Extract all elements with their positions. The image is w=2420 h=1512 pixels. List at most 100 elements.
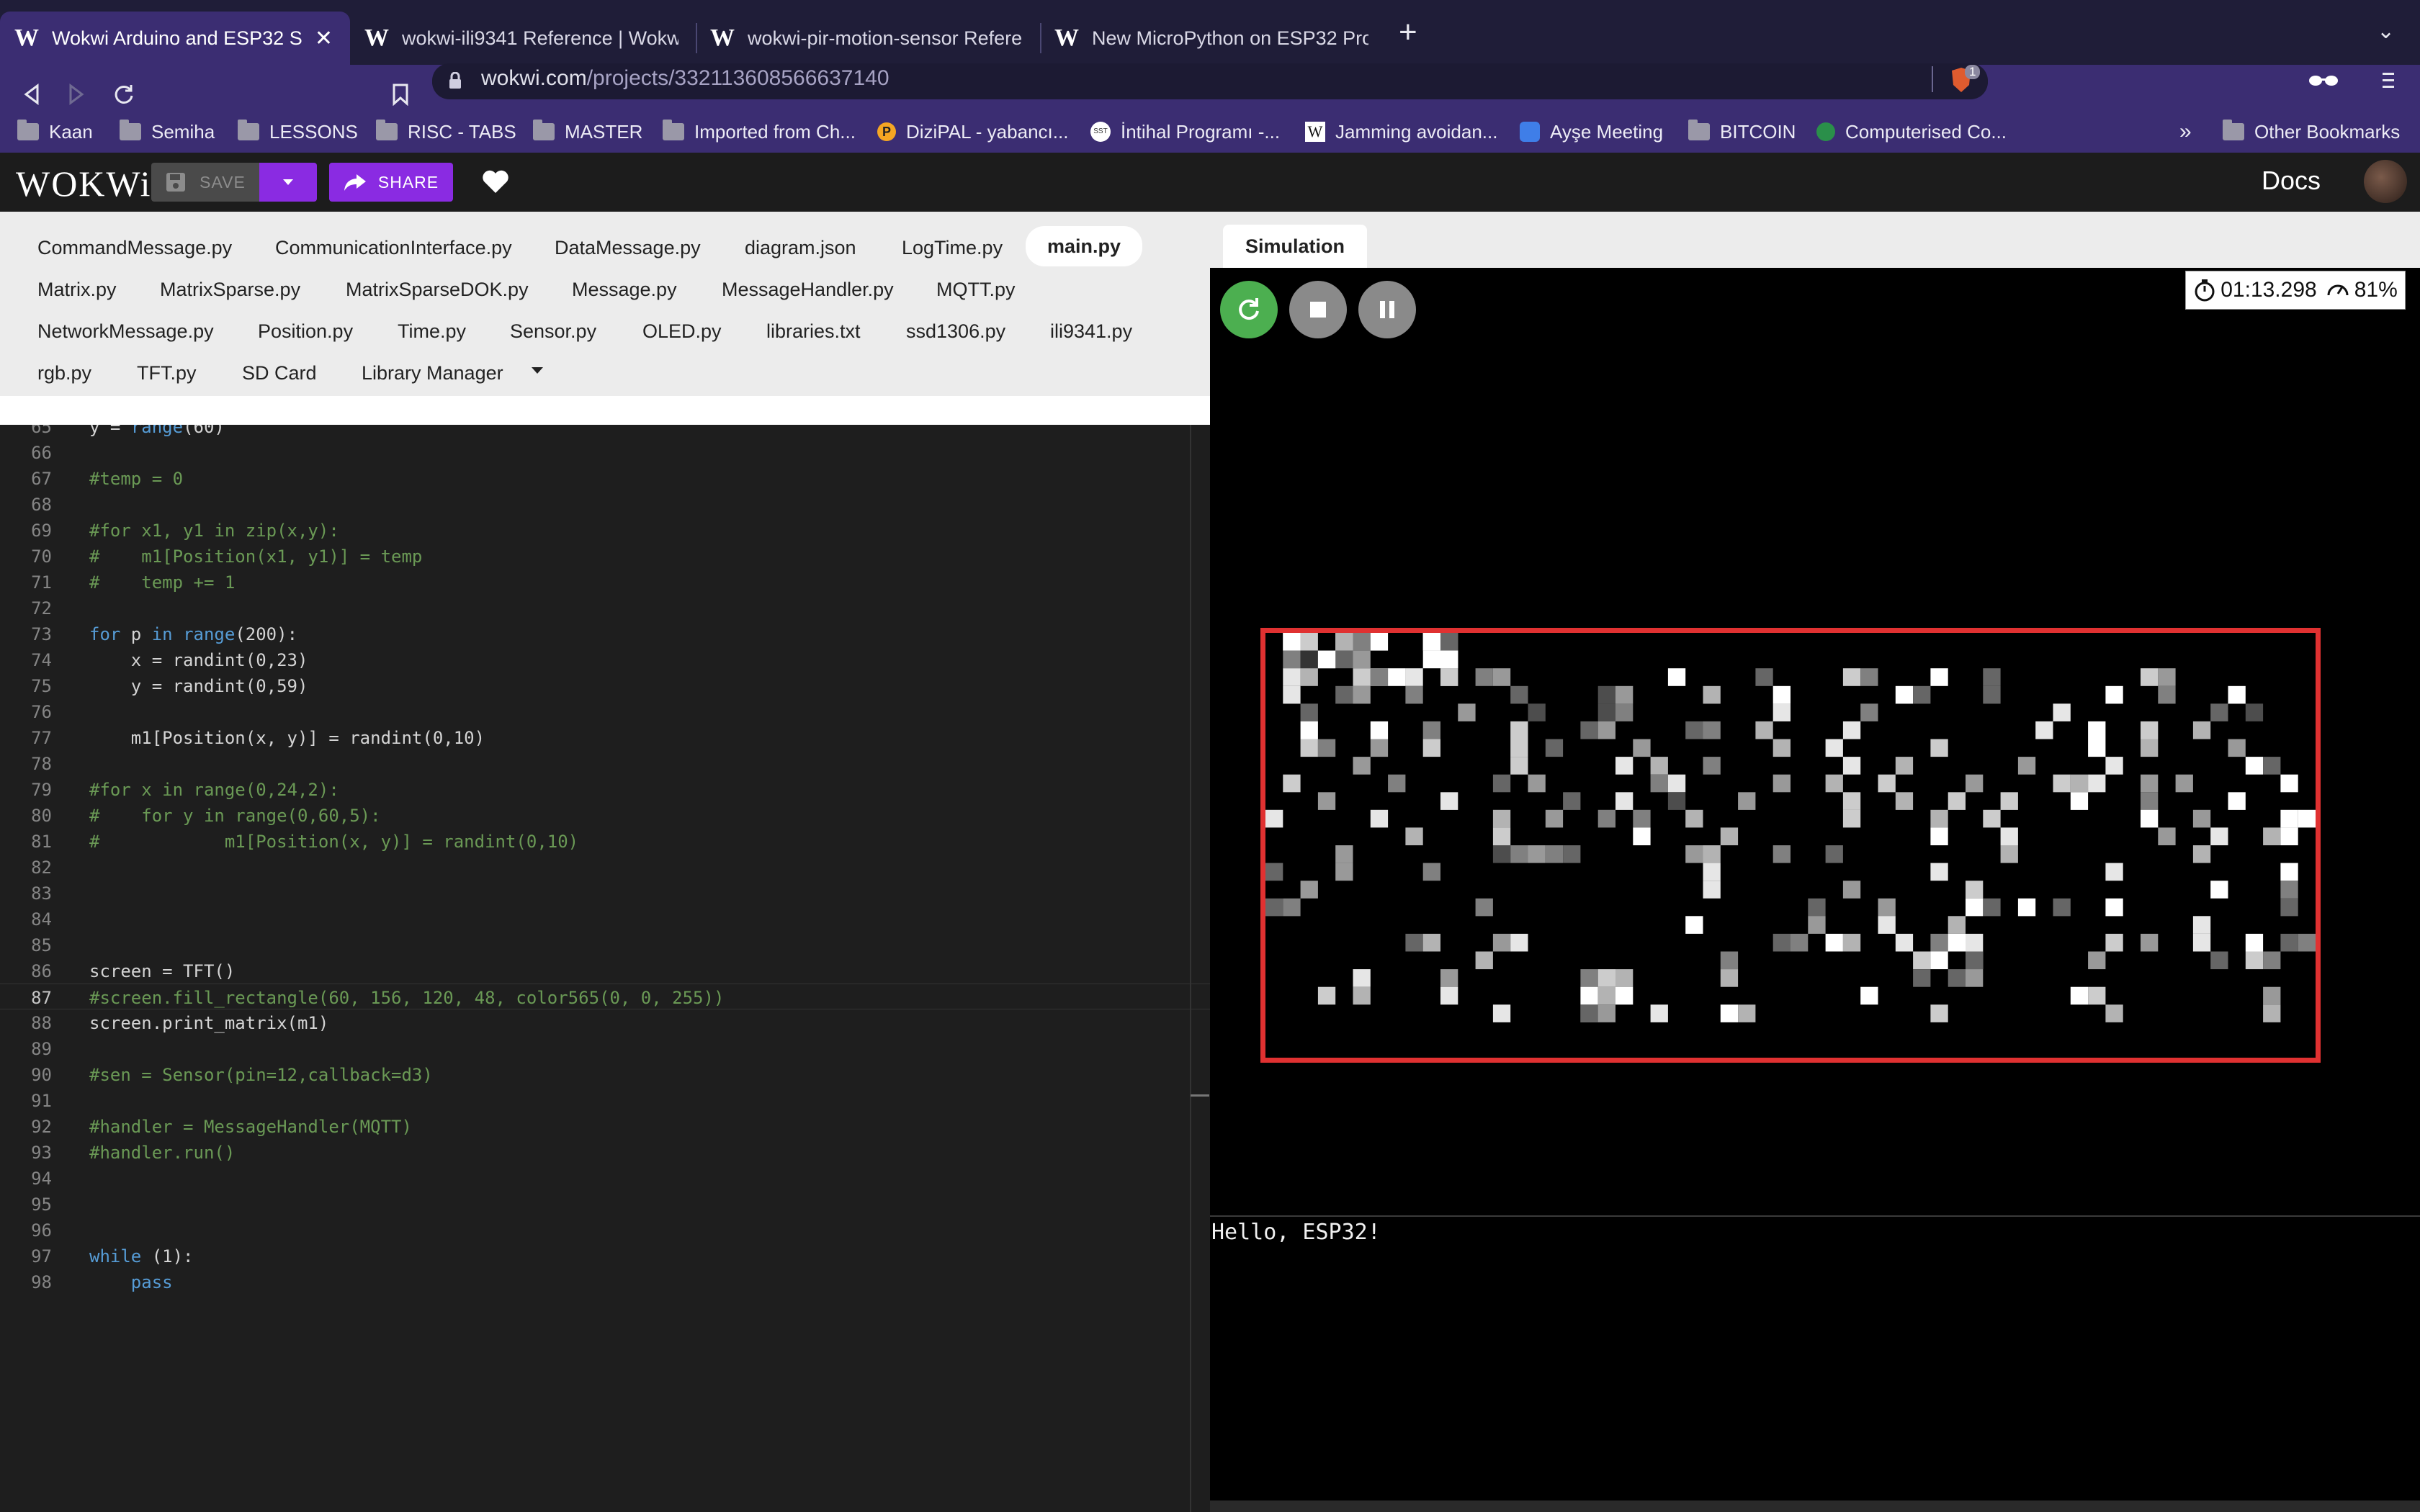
bookmark-ayse-meeting[interactable]: Ayşe Meeting (1520, 112, 1663, 152)
file-tab[interactable]: CommunicationInterface.py (275, 228, 512, 268)
code-line[interactable]: 95 (0, 1191, 1210, 1217)
library-manager-tab[interactable]: Library Manager (362, 353, 503, 393)
code-line[interactable]: 82 (0, 854, 1210, 880)
code-editor[interactable]: 65 y = range(60) 66 67 #temp = 0 68 69 #for x1,… (0, 425, 1210, 1512)
more-tabs-dropdown[interactable] (530, 366, 544, 379)
code-line[interactable]: 75 y = randint(0,59) (0, 672, 1210, 698)
file-tab[interactable]: MatrixSparseDOK.py (346, 269, 529, 310)
file-tab[interactable]: Sensor.py (510, 311, 596, 351)
file-tab[interactable]: Time.py (398, 311, 466, 351)
docs-link[interactable]: Docs (2262, 166, 2321, 196)
code-line[interactable]: 94 (0, 1165, 1210, 1191)
code-line[interactable]: 83 (0, 880, 1210, 906)
code-line[interactable]: 79 #for x in range(0,24,2): (0, 776, 1210, 802)
serial-monitor[interactable]: Hello, ESP32! (1210, 1217, 2420, 1512)
code-line[interactable]: 81 # m1[Position(x, y)] = randint(0,10) (0, 828, 1210, 854)
browser-tab[interactable]: W Wokwi Arduino and ESP32 Simu ✕ (0, 12, 350, 65)
sd-card-tab[interactable]: SD Card (242, 353, 317, 393)
editor-scrollbar-thumb[interactable] (1191, 1094, 1209, 1097)
code-line[interactable]: 69 #for x1, y1 in zip(x,y): (0, 517, 1210, 543)
code-line[interactable]: 86 screen = TFT() (0, 958, 1210, 984)
bookmark-intihal[interactable]: SST İntihal Programı -... (1090, 112, 1280, 152)
file-tab[interactable]: libraries.txt (766, 311, 861, 351)
file-tab[interactable]: MessageHandler.py (722, 269, 894, 310)
save-options-dropdown[interactable] (259, 163, 317, 202)
like-button[interactable] (481, 168, 510, 198)
code-line[interactable]: 90 #sen = Sensor(pin=12,callback=d3) (0, 1061, 1210, 1087)
bookmark-folder-master[interactable]: MASTER (533, 112, 642, 152)
extension-button[interactable] (2308, 69, 2339, 94)
code-line[interactable]: 85 (0, 932, 1210, 958)
file-tab[interactable]: MQTT.py (936, 269, 1016, 310)
browser-menu-button[interactable] (2381, 69, 2396, 94)
code-line[interactable]: 98 pass (0, 1269, 1210, 1295)
code-line[interactable]: 78 (0, 750, 1210, 776)
close-tab-icon[interactable]: ✕ (315, 26, 333, 51)
file-tab[interactable]: Message.py (572, 269, 677, 310)
code-line[interactable]: 68 (0, 491, 1210, 517)
code-line[interactable]: 97 while (1): (0, 1243, 1210, 1269)
bookmark-folder-imported[interactable]: Imported from Ch... (663, 112, 856, 152)
serial-monitor-scrollbar[interactable] (1210, 1500, 2420, 1512)
code-line[interactable]: 88 screen.print_matrix(m1) (0, 1009, 1210, 1035)
share-button[interactable]: SHARE (329, 163, 453, 202)
forward-button[interactable] (55, 79, 98, 109)
file-tab[interactable]: ssd1306.py (906, 311, 1005, 351)
bookmark-jamming[interactable]: W Jamming avoidan... (1305, 112, 1497, 152)
file-tab[interactable]: CommandMessage.py (37, 228, 232, 268)
file-tab[interactable]: MatrixSparse.py (160, 269, 300, 310)
code-line[interactable]: 65 y = range(60) (0, 425, 1210, 439)
code-line[interactable]: 87 #screen.fill_rectangle(60, 156, 120, 4… (0, 984, 1210, 1009)
bookmark-folder-lessons[interactable]: LESSONS (238, 112, 358, 152)
code-line[interactable]: 71 # temp += 1 (0, 569, 1210, 595)
new-tab-button[interactable]: + (1399, 14, 1417, 50)
code-line[interactable]: 80 # for y in range(0,60,5): (0, 802, 1210, 828)
file-tab[interactable]: diagram.json (745, 228, 856, 268)
browser-tab[interactable]: W wokwi-ili9341 Reference | Wokwi Do (350, 12, 696, 65)
wokwi-logo[interactable]: WOKWi (16, 163, 152, 204)
file-tab[interactable]: ili9341.py (1050, 311, 1132, 351)
user-avatar[interactable] (2364, 160, 2407, 203)
tab-simulation[interactable]: Simulation (1223, 225, 1367, 268)
browser-tab[interactable]: W New MicroPython on ESP32 Project (1040, 12, 1386, 65)
browser-tab[interactable]: W wokwi-pir-motion-sensor Reference (696, 12, 1040, 65)
other-bookmarks-folder[interactable]: Other Bookmarks (2223, 112, 2400, 152)
stop-simulation-button[interactable] (1289, 281, 1347, 338)
restart-simulation-button[interactable] (1220, 281, 1278, 338)
code-line[interactable]: 76 (0, 698, 1210, 724)
file-tab[interactable]: NetworkMessage.py (37, 311, 214, 351)
bookmark-folder-risc-tabs[interactable]: RISC - TABS (376, 112, 516, 152)
code-line[interactable]: 74 x = randint(0,23) (0, 647, 1210, 672)
code-line[interactable]: 72 (0, 595, 1210, 621)
code-line[interactable]: 93 #handler.run() (0, 1139, 1210, 1165)
code-line[interactable]: 67 #temp = 0 (0, 465, 1210, 491)
bookmark-folder-semiha[interactable]: Semiha (120, 112, 215, 152)
file-tab[interactable]: TFT.py (137, 353, 197, 393)
bookmark-dizipal[interactable]: P DiziPAL - yabancı... (877, 112, 1068, 152)
bookmark-page-button[interactable] (379, 79, 422, 109)
bookmark-folder-kaan[interactable]: Kaan (17, 112, 93, 152)
file-tab[interactable]: Position.py (258, 311, 353, 351)
code-line[interactable]: 84 (0, 906, 1210, 932)
save-button[interactable]: SAVE (151, 163, 259, 202)
code-line[interactable]: 91 (0, 1087, 1210, 1113)
file-tab-active[interactable]: main.py (1026, 226, 1143, 266)
code-line[interactable]: 77 m1[Position(x, y)] = randint(0,10) (0, 724, 1210, 750)
file-tab[interactable]: LogTime.py (902, 228, 1003, 268)
code-line[interactable]: 66 (0, 439, 1210, 465)
bookmarks-overflow-button[interactable]: » (2179, 112, 2192, 152)
code-line[interactable]: 73 for p in range(200): (0, 621, 1210, 647)
reload-button[interactable] (102, 79, 145, 109)
editor-scrollbar-track[interactable] (1190, 425, 1191, 1512)
pause-simulation-button[interactable] (1358, 281, 1416, 338)
file-tab[interactable]: OLED.py (642, 311, 722, 351)
code-line[interactable]: 70 # m1[Position(x1, y1)] = temp (0, 543, 1210, 569)
bookmark-computerised[interactable]: Computerised Co... (1816, 112, 2007, 152)
code-line[interactable]: 96 (0, 1217, 1210, 1243)
file-tab[interactable]: DataMessage.py (555, 228, 701, 268)
bookmark-folder-bitcoin[interactable]: BITCOIN (1688, 112, 1796, 152)
file-tab[interactable]: rgb.py (37, 353, 91, 393)
brave-shields-button[interactable]: 1 (1949, 65, 1981, 94)
back-button[interactable] (10, 79, 53, 109)
tab-list-chevron-icon[interactable]: ⌄ (2377, 19, 2395, 44)
